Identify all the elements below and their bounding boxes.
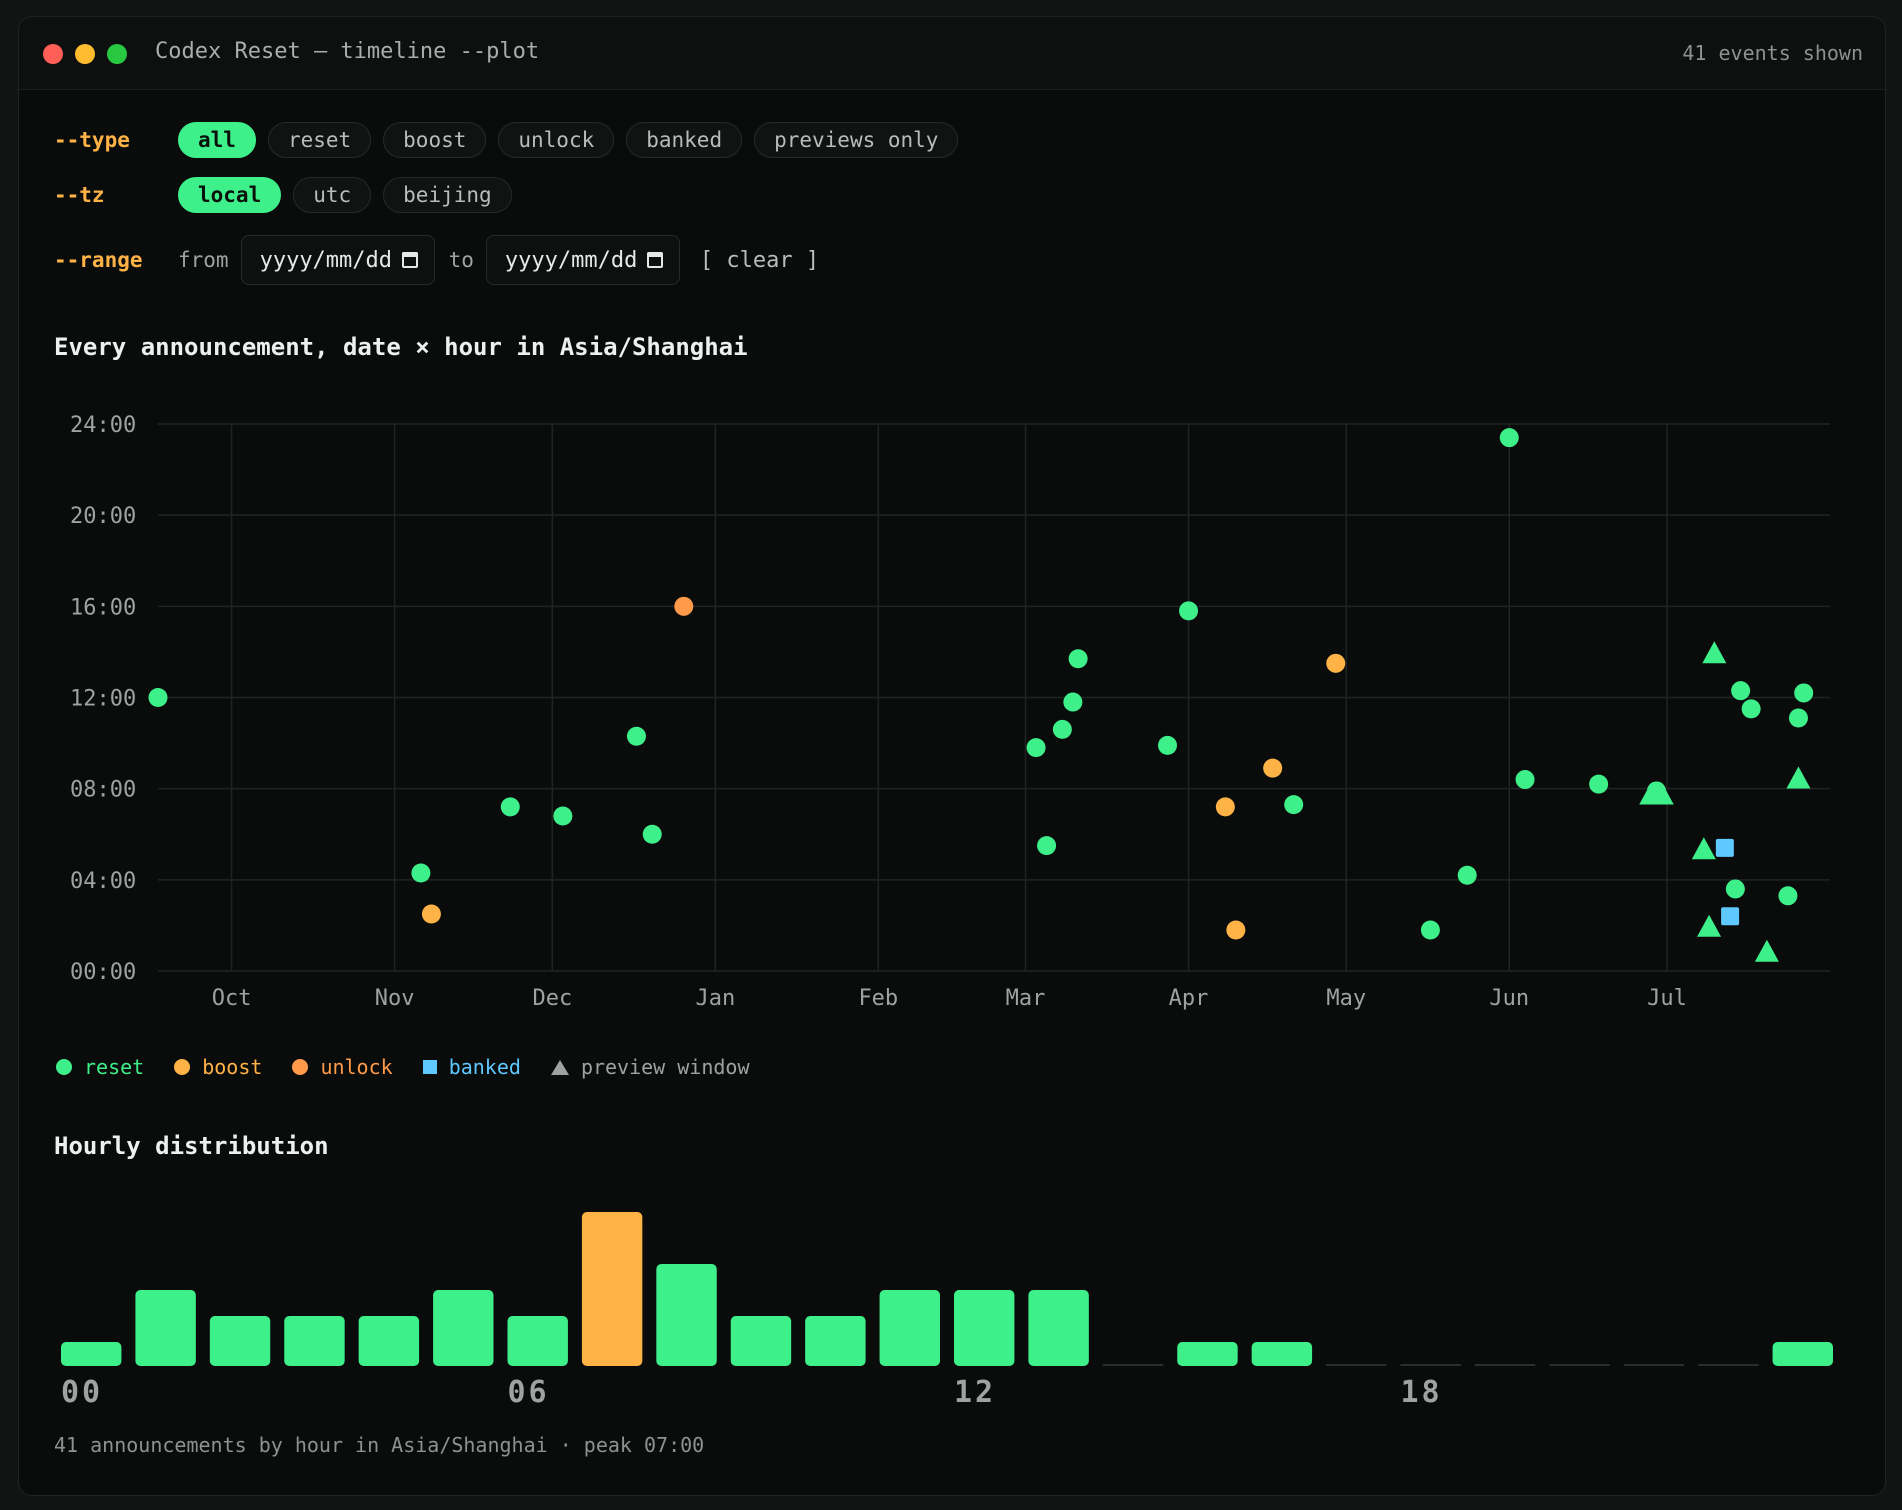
x-tick-label: Jun (1489, 986, 1529, 1011)
preview-point (1697, 914, 1722, 937)
legend-label: boost (202, 1055, 263, 1079)
legend-circle-icon (292, 1059, 309, 1075)
preview-point (1754, 939, 1779, 962)
y-tick-label: 20:00 (70, 504, 136, 529)
reset-point (1515, 770, 1535, 790)
legend-label: reset (84, 1055, 145, 1079)
x-tick-label: Dec (532, 986, 572, 1011)
reset-point (642, 824, 662, 844)
x-tick-label: Mar (1006, 986, 1046, 1011)
reset-point (1788, 708, 1808, 728)
chart-legend: reset boost unlock banked preview window (56, 1055, 780, 1079)
legend-circle-icon (174, 1059, 191, 1075)
y-tick-label: 04:00 (70, 869, 136, 894)
y-tick-label: 24:00 (70, 413, 136, 438)
y-tick-label: 00:00 (70, 960, 136, 985)
boost-point (1226, 920, 1246, 940)
reset-point (1063, 692, 1083, 712)
x-tick-label: Feb (858, 986, 898, 1011)
x-tick-label: May (1326, 986, 1366, 1011)
legend-label: preview window (580, 1055, 750, 1079)
boost-point (1326, 653, 1346, 673)
reset-point (1284, 795, 1304, 815)
boost-point (1263, 758, 1283, 778)
banked-point (1715, 838, 1734, 857)
scatter-plot-area: 00:00 04:00 08:00 12:00 16:00 20:00 24:00 Oct No… (70, 413, 1830, 1011)
legend-square-icon (422, 1060, 437, 1074)
legend-item-preview: preview window (550, 1055, 750, 1079)
legend-label: banked (448, 1055, 521, 1079)
legend-item-boost: boost (174, 1055, 262, 1079)
reset-point (1731, 681, 1751, 701)
reset-point (148, 688, 168, 707)
legend-item-reset: reset (56, 1055, 144, 1079)
legend-item-banked: banked (422, 1055, 521, 1079)
reset-point (1158, 735, 1178, 755)
y-tick-label: 12:00 (70, 687, 136, 712)
y-tick-label: 08:00 (70, 778, 136, 803)
reset-point (1179, 601, 1199, 621)
unlock-point (674, 596, 694, 616)
reset-point (1457, 865, 1477, 885)
reset-point (1026, 738, 1046, 758)
reset-point (1499, 428, 1519, 448)
hist-footer: 41 announcements by hour in Asia/Shangha… (54, 1433, 705, 1457)
reset-point (1068, 649, 1088, 669)
x-tick-label: Jul (1647, 986, 1687, 1011)
reset-point (553, 806, 573, 826)
x-tick-label: Oct (212, 986, 252, 1011)
reset-point (1052, 719, 1072, 739)
reset-point (500, 797, 520, 817)
y-tick-label: 16:00 (70, 595, 136, 620)
preview-point (1786, 766, 1811, 789)
reset-point (1725, 879, 1745, 899)
preview-point (1691, 837, 1716, 860)
scatter-chart: 00:00 04:00 08:00 12:00 16:00 20:00 24:00 Oct No… (70, 413, 1830, 1011)
x-tick-label: Apr (1169, 986, 1209, 1011)
boost-point (421, 904, 441, 924)
banked-point (1721, 907, 1740, 926)
legend-item-unlock: unlock (292, 1055, 393, 1079)
legend-triangle-icon (550, 1059, 569, 1075)
hist-title: Hourly distribution (54, 1132, 329, 1160)
boost-point (1215, 797, 1235, 817)
reset-point (1589, 774, 1609, 794)
x-tick-label: Jan (695, 986, 735, 1011)
reset-point (411, 863, 431, 883)
reset-point (1794, 683, 1814, 703)
reset-point (1037, 836, 1057, 856)
x-tick-label: Nov (375, 986, 415, 1011)
reset-point (626, 726, 646, 746)
legend-label: unlock (320, 1055, 393, 1079)
reset-point (1420, 920, 1440, 940)
preview-point (1702, 641, 1727, 664)
reset-point (1741, 699, 1761, 719)
reset-point (1778, 886, 1798, 906)
legend-circle-icon (56, 1059, 72, 1075)
